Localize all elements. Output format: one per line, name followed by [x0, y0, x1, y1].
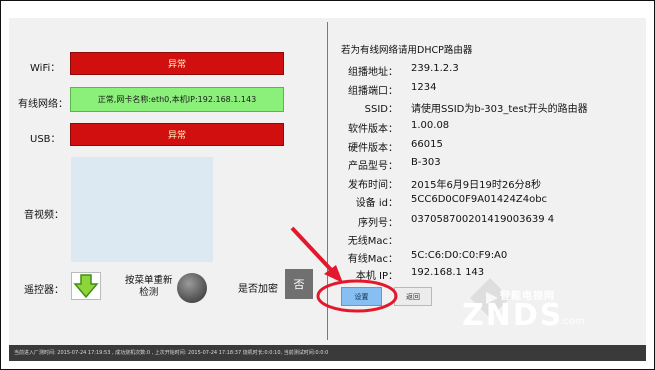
- info-key: 设备 id：: [355, 198, 398, 209]
- info-value: 66015: [411, 139, 443, 150]
- info-value: 请使用SSID为b-303_test开头的路由器: [411, 104, 588, 115]
- info-key: 无线Mac：: [347, 236, 398, 247]
- info-value: 037058700201419003639 4: [411, 214, 555, 225]
- wired-network-status-button[interactable]: 正常,网卡名称:eth0,本机IP:192.168.1.143: [70, 87, 284, 112]
- info-value: 239.1.2.3: [411, 63, 459, 74]
- down-arrow-icon: [73, 274, 99, 299]
- info-value: 5C:C6:D0:C0:F9:A0: [411, 250, 508, 261]
- status-bar-text: 当前进入厂测时间: 2015-07-24 17:19:53 , 成功烧机次数:0…: [14, 350, 329, 356]
- dhcp-notice: 若为有线网络请用DHCP路由器: [341, 45, 473, 56]
- video-preview: [71, 157, 213, 262]
- info-key: 软件版本：: [348, 124, 398, 135]
- info-value: 1234: [411, 82, 437, 93]
- remote-label: 遥控器：: [24, 285, 64, 296]
- encrypt-value: 否: [285, 269, 313, 299]
- back-button[interactable]: 返回: [394, 287, 432, 306]
- info-value: 2015年6月9日19时26分8秒: [411, 180, 541, 191]
- watermark-suffix: .com: [560, 316, 585, 327]
- panel-divider: [327, 22, 328, 340]
- key-check-label: 按菜单重新 检测: [125, 275, 173, 298]
- info-key: 序列号：: [358, 218, 398, 229]
- wired-network-label: 有线网络：: [18, 99, 68, 110]
- watermark-brand: ZNDS: [462, 298, 564, 333]
- usb-label: USB：: [30, 134, 61, 145]
- info-key: 产品型号：: [348, 161, 398, 172]
- info-key: 有线Mac：: [347, 254, 398, 265]
- info-value: 5CC6D0C0F9A01424Z4obc: [411, 194, 548, 205]
- key-check-indicator: [177, 273, 207, 303]
- info-key: 本机 IP：: [355, 271, 398, 282]
- info-value: B-303: [411, 157, 441, 168]
- info-key: 组播地址：: [348, 67, 398, 78]
- av-label: 音视频：: [24, 210, 64, 221]
- usb-status-button[interactable]: 异常: [70, 123, 284, 146]
- wifi-label: WiFi：: [30, 63, 61, 74]
- info-key: 硬件版本：: [348, 143, 398, 154]
- encrypt-label: 是否加密: [238, 284, 278, 295]
- info-key: 组播端口：: [348, 86, 398, 97]
- info-value: 1.00.08: [411, 120, 450, 131]
- remote-arrow-icon: [71, 272, 101, 300]
- wifi-status-button[interactable]: 异常: [70, 52, 284, 75]
- info-key: SSID：: [364, 104, 398, 115]
- info-key: 发布时间：: [348, 180, 398, 191]
- settings-button[interactable]: 设置: [341, 287, 382, 306]
